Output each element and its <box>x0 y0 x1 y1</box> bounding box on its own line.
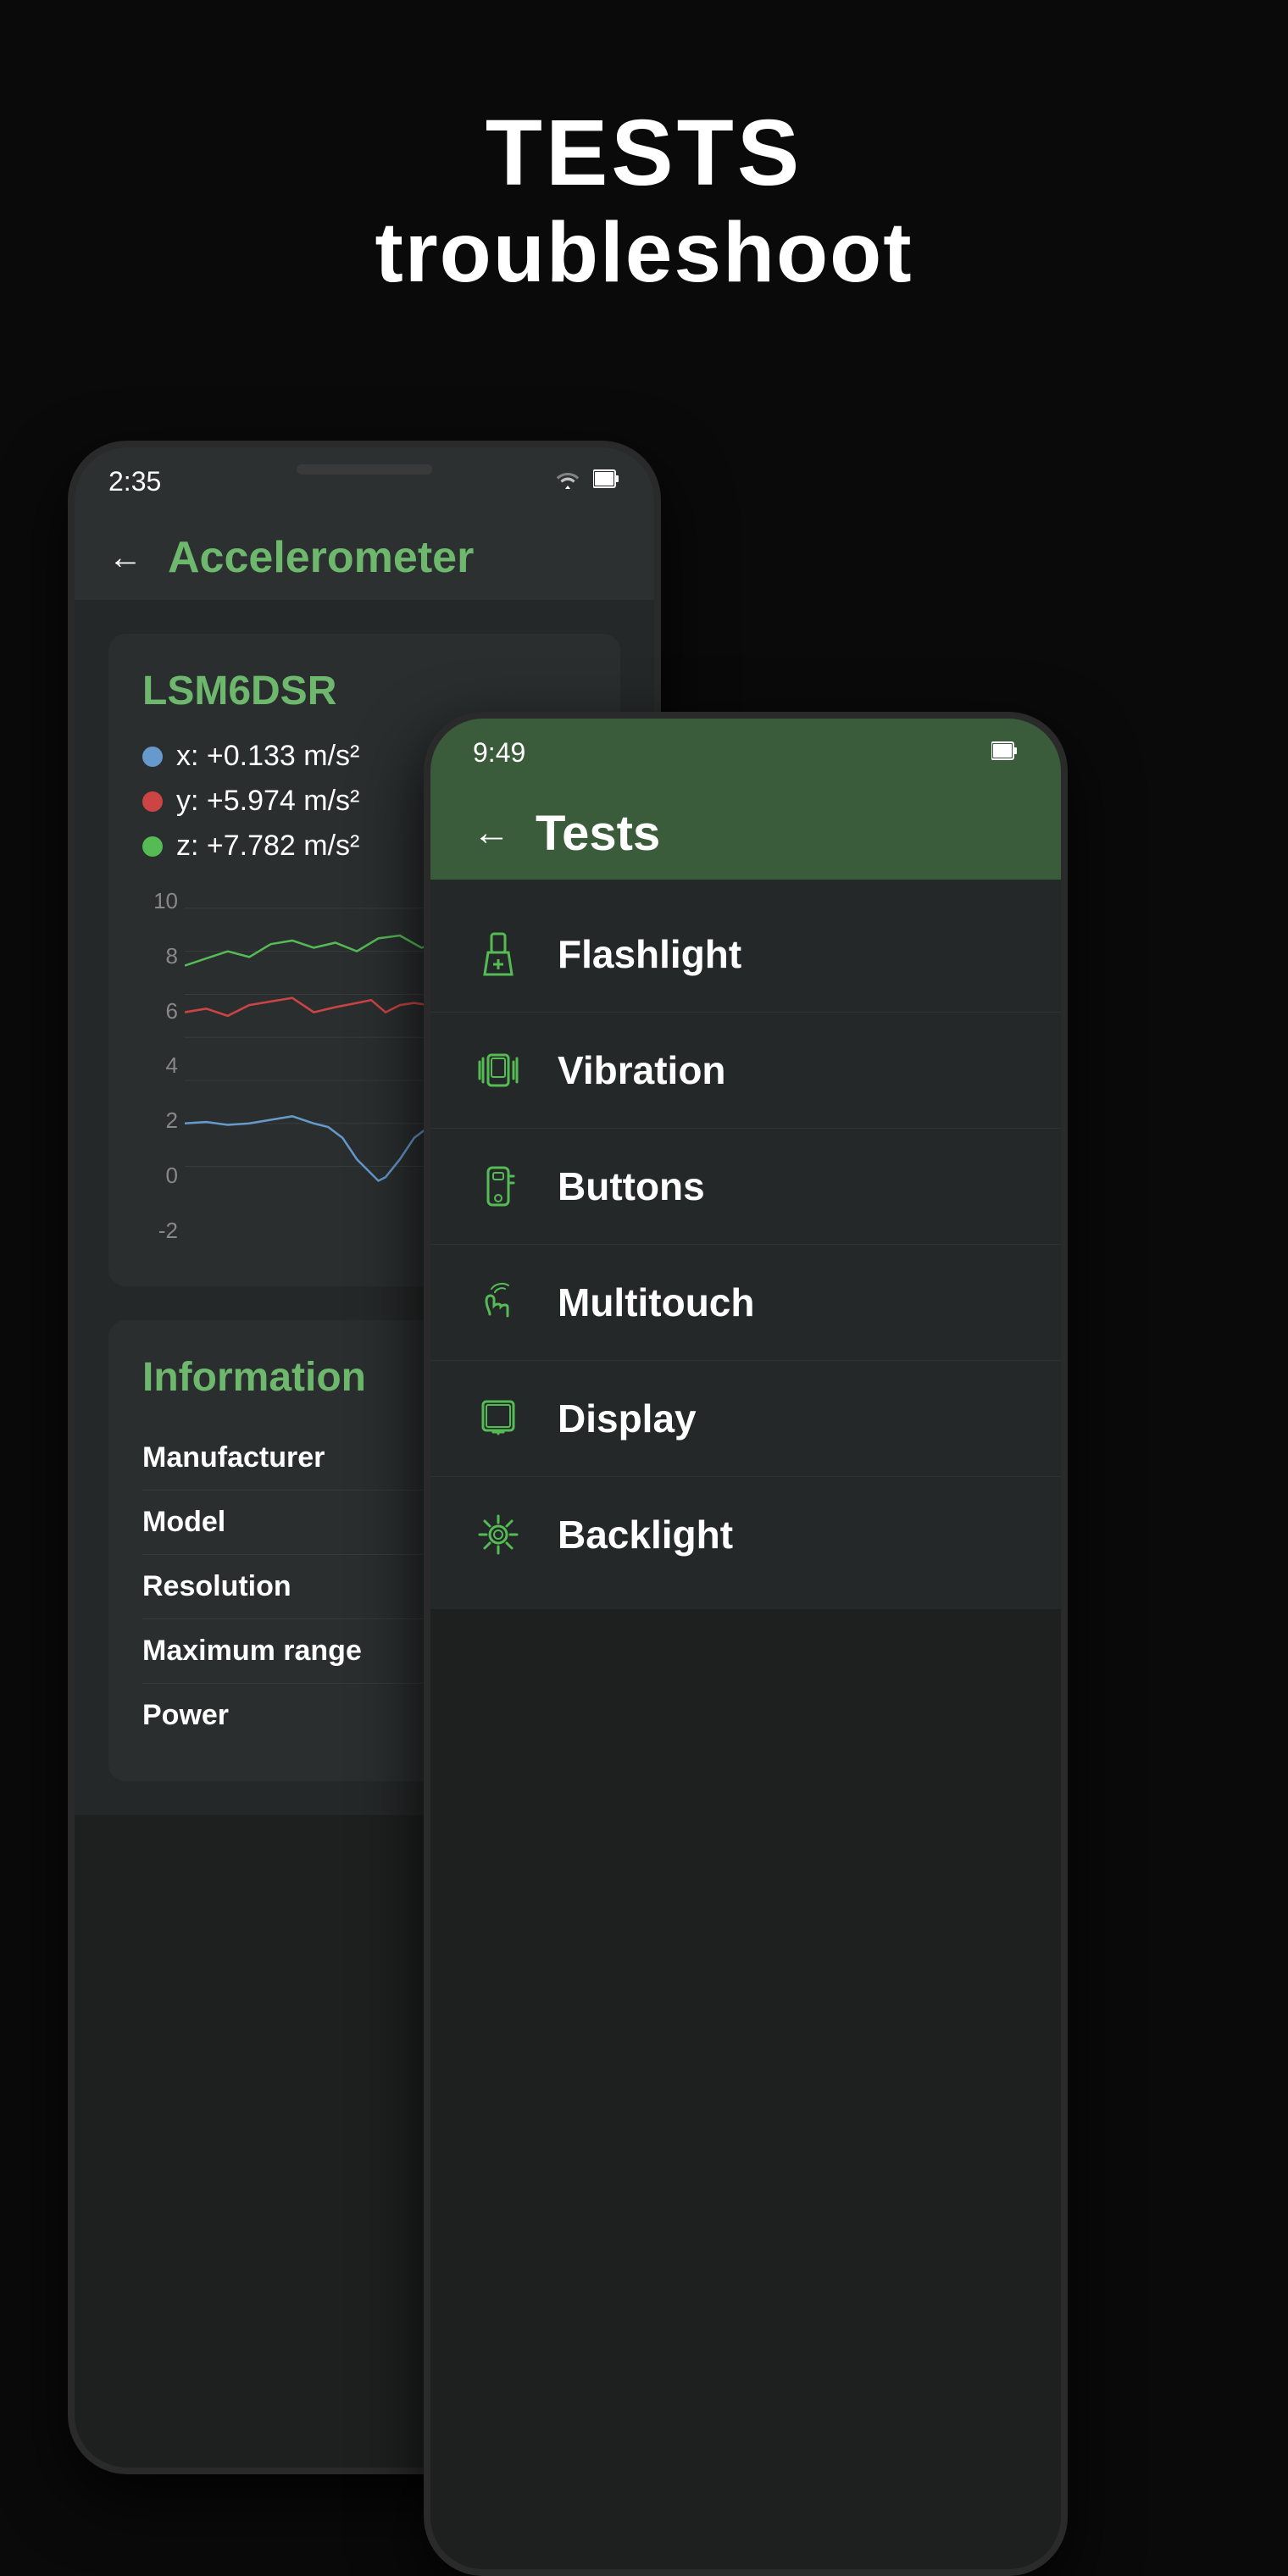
phones-area: 2:35 <box>0 424 1288 2576</box>
info-label-resolution: Resolution <box>142 1570 291 1603</box>
battery-icon-right <box>991 739 1019 767</box>
legend-label-z: z: +7.782 m/s² <box>176 830 359 863</box>
status-bar-right: 9:49 <box>430 719 1061 786</box>
y-label-2: 2 <box>142 1108 185 1134</box>
status-bar-left: 2:35 <box>75 447 654 515</box>
back-button-right[interactable]: ← <box>473 812 510 854</box>
battery-icon-left <box>593 467 620 497</box>
app-title-right: Tests <box>536 805 660 862</box>
back-button-left[interactable]: ← <box>108 539 142 577</box>
info-label-manufacturer: Manufacturer <box>142 1441 325 1474</box>
chart-y-labels: 10 8 6 4 2 0 -2 <box>142 880 185 1252</box>
phone-right-inner: 9:49 ← Tests <box>430 719 1061 2569</box>
y-label-0: 0 <box>142 1163 185 1189</box>
legend-dot-z <box>142 836 163 857</box>
status-time-right: 9:49 <box>473 737 525 769</box>
legend-label-x: x: +0.133 m/s² <box>176 740 359 773</box>
vibration-icon <box>473 1045 524 1096</box>
test-label-flashlight: Flashlight <box>558 931 741 977</box>
test-item-flashlight[interactable]: Flashlight <box>430 897 1061 1013</box>
y-label-8: 8 <box>142 943 185 969</box>
test-label-display: Display <box>558 1396 697 1441</box>
test-label-vibration: Vibration <box>558 1047 726 1093</box>
test-item-buttons[interactable]: Buttons <box>430 1129 1061 1245</box>
legend-dot-x <box>142 747 163 767</box>
multitouch-icon <box>473 1277 524 1328</box>
status-icons-left <box>552 467 620 497</box>
test-label-backlight: Backlight <box>558 1512 733 1557</box>
sensor-name: LSM6DSR <box>142 668 586 714</box>
y-label-6: 6 <box>142 998 185 1024</box>
y-label-4: 4 <box>142 1052 185 1079</box>
test-label-buttons: Buttons <box>558 1163 705 1209</box>
test-list: Flashlight Vibration <box>430 880 1061 1609</box>
legend-dot-y <box>142 791 163 812</box>
app-bar-right: ← Tests <box>430 786 1061 880</box>
y-label-10: 10 <box>142 888 185 914</box>
info-label-power: Power <box>142 1699 229 1732</box>
test-item-display[interactable]: Display <box>430 1361 1061 1477</box>
test-item-multitouch[interactable]: Multitouch <box>430 1245 1061 1361</box>
hero-title: TESTS <box>0 102 1288 204</box>
app-title-left: Accelerometer <box>168 532 474 583</box>
phone-notch <box>297 464 432 475</box>
app-bar-left: ← Accelerometer <box>75 515 654 600</box>
wifi-icon <box>552 467 583 497</box>
buttons-icon <box>473 1161 524 1212</box>
status-time-left: 2:35 <box>108 466 161 497</box>
flashlight-icon <box>473 929 524 980</box>
test-label-multitouch: Multitouch <box>558 1280 755 1325</box>
hero-subtitle: troubleshoot <box>0 204 1288 302</box>
display-icon <box>473 1393 524 1444</box>
info-label-model: Model <box>142 1506 225 1539</box>
hero-section: TESTS troubleshoot <box>0 102 1288 302</box>
backlight-icon <box>473 1509 524 1560</box>
y-label-neg2: -2 <box>142 1218 185 1244</box>
test-item-vibration[interactable]: Vibration <box>430 1013 1061 1129</box>
legend-label-y: y: +5.974 m/s² <box>176 785 359 818</box>
phone-right: 9:49 ← Tests <box>424 712 1068 2576</box>
info-label-maxrange: Maximum range <box>142 1635 362 1668</box>
test-item-backlight[interactable]: Backlight <box>430 1477 1061 1592</box>
